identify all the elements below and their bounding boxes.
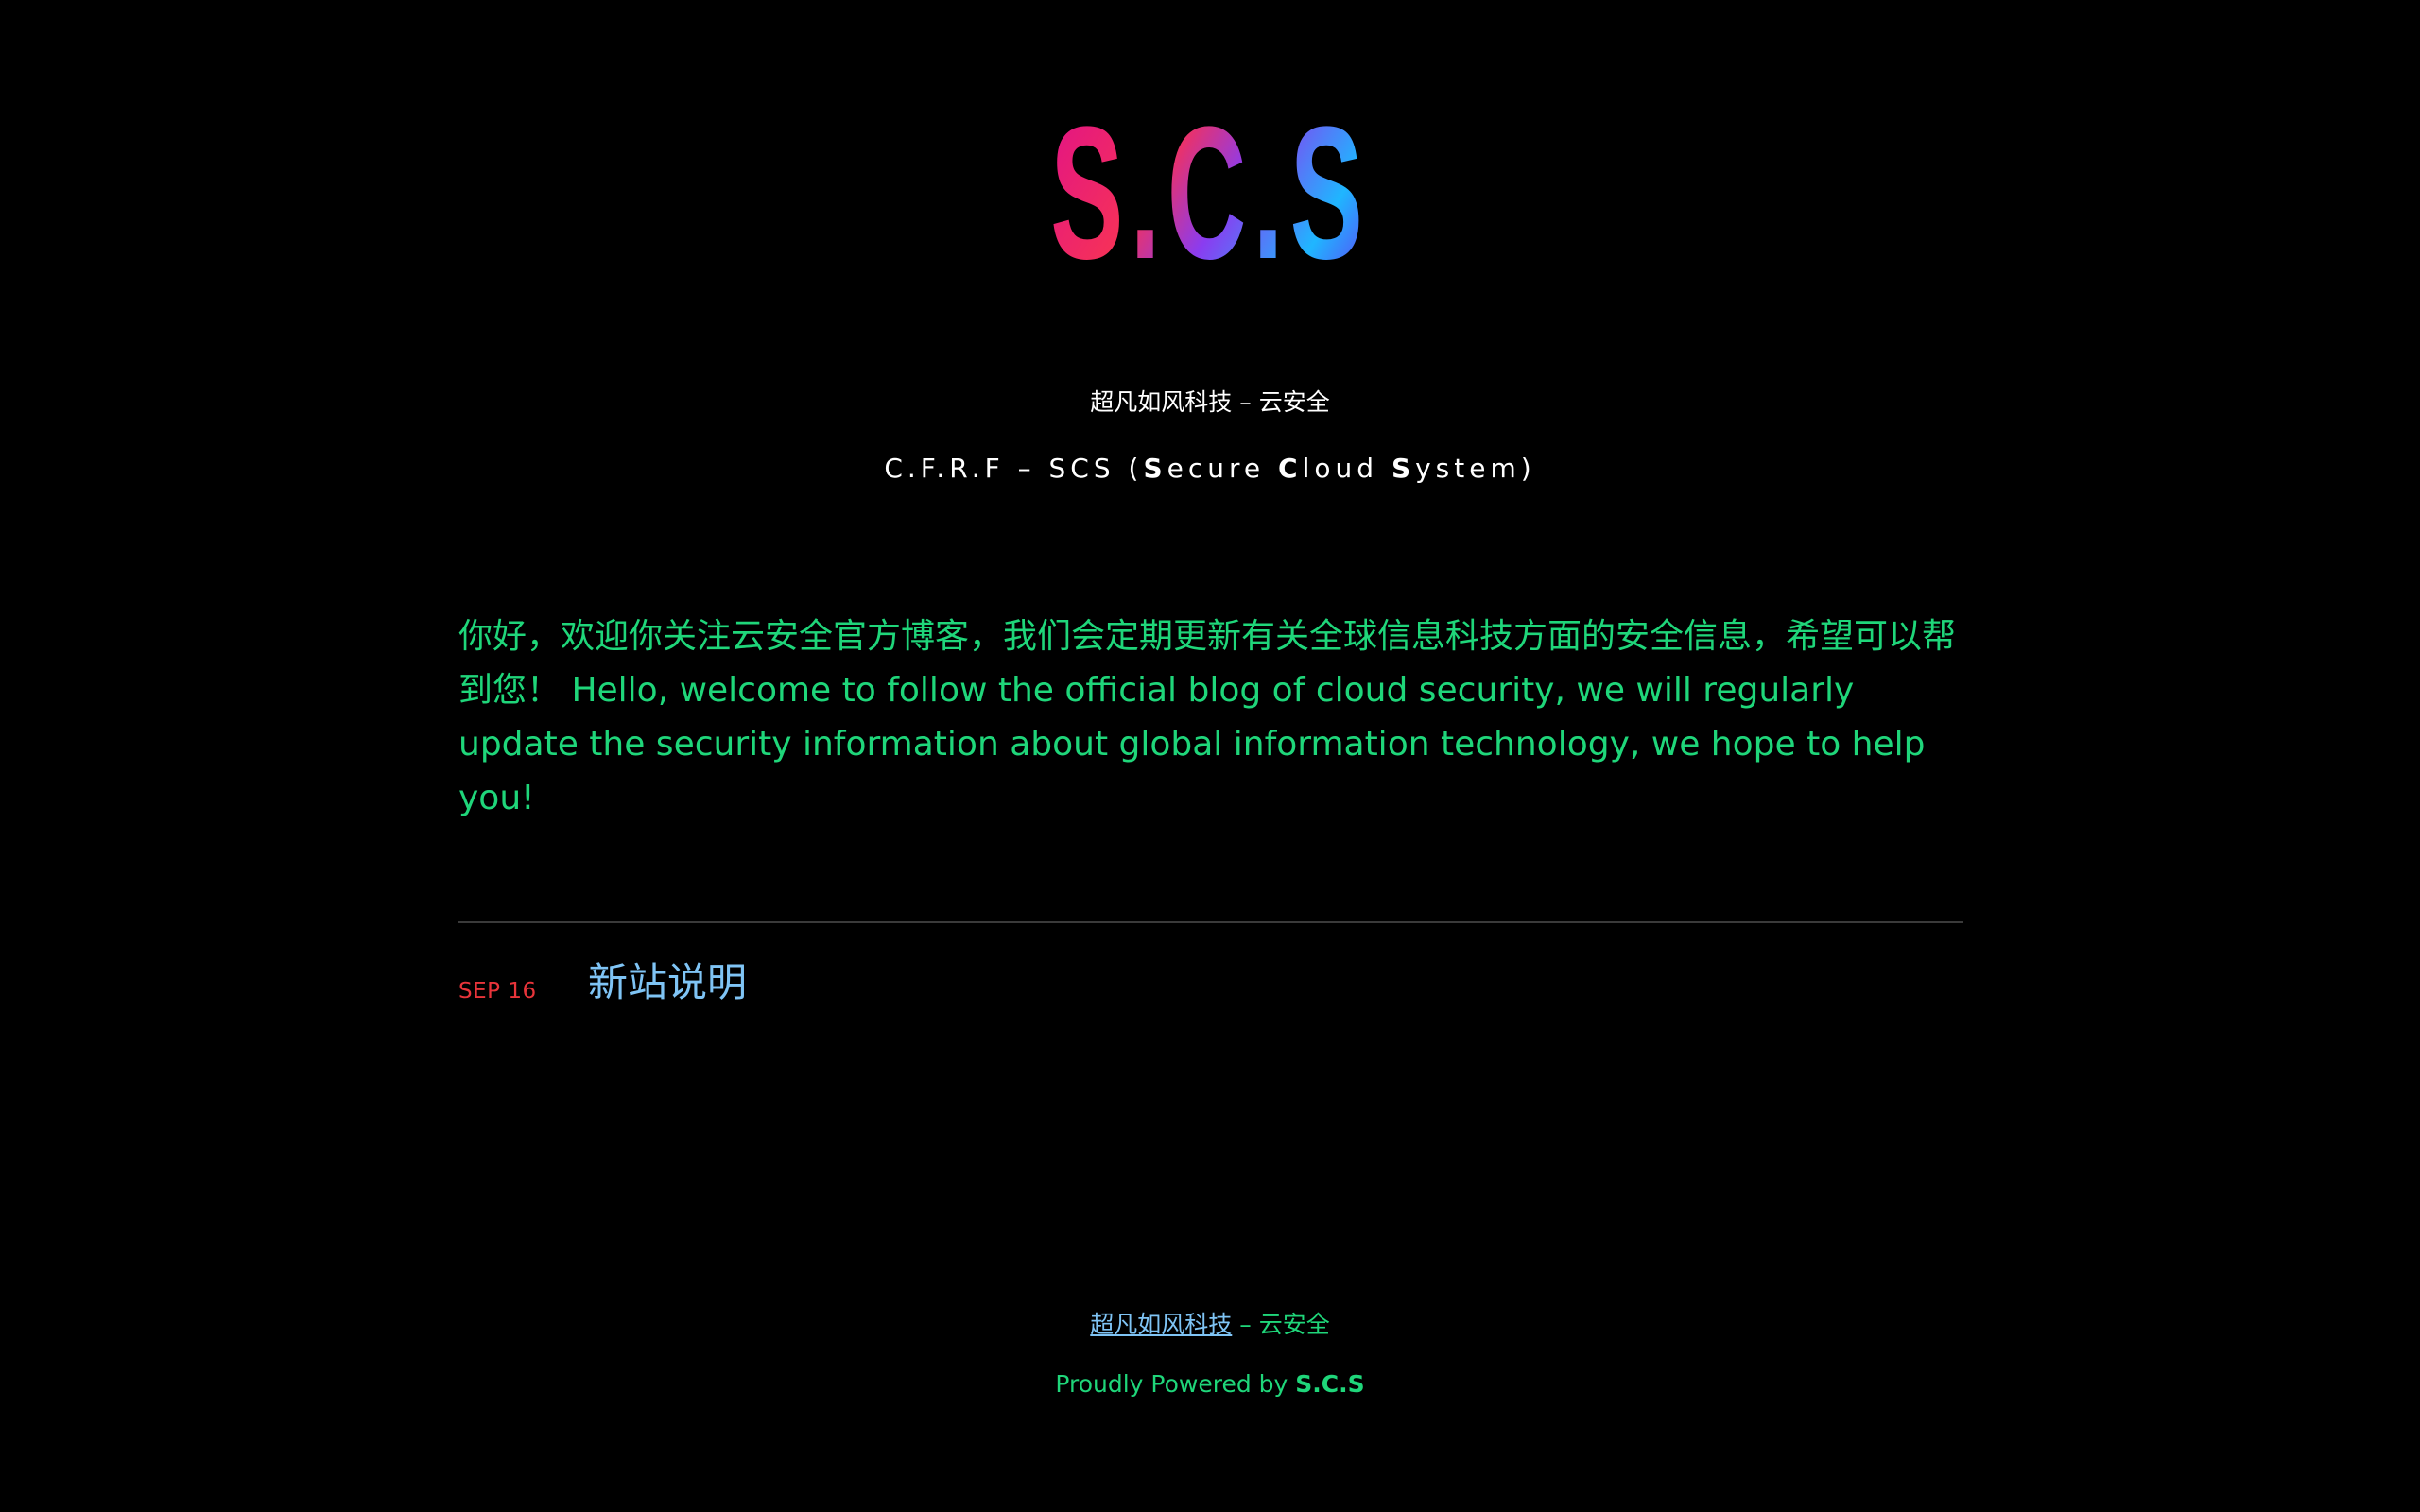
powered-brand: S.C.S <box>1295 1370 1365 1398</box>
footer-site-line: 超凡如风科技 – 云安全 <box>0 1306 2420 1344</box>
footer-site-link[interactable]: 超凡如风科技 <box>1090 1311 1232 1338</box>
footer-site-suffix: – 云安全 <box>1232 1311 1330 1338</box>
tagline-letter-c: C <box>1278 453 1303 484</box>
tagline-word-ecure: ecure <box>1167 453 1279 484</box>
tagline-letter-s2: S <box>1391 453 1416 484</box>
post-list-item: SEP 16 新站说明 <box>458 954 1963 1011</box>
footer-powered-by: Proudly Powered by S.C.S <box>0 1366 2420 1403</box>
page: S.C.S 超凡如风科技 – 云安全 C.F.R.F – SCS (Secure… <box>0 0 2420 1512</box>
post-date: SEP 16 <box>458 979 537 1004</box>
site-name: 超凡如风科技 – 云安全 <box>1090 388 1330 416</box>
tagline-prefix: C.F.R.F – SCS ( <box>884 453 1144 484</box>
tagline-letter-s: S <box>1143 453 1167 484</box>
logo-text[interactable]: S.C.S <box>1050 88 1370 299</box>
tagline-word-ystem: ystem) <box>1415 453 1536 484</box>
post-title-link[interactable]: 新站说明 <box>588 954 747 1011</box>
site-tagline: C.F.R.F – SCS (Secure Cloud System) <box>0 448 2420 490</box>
powered-prefix: Proudly Powered by <box>1055 1370 1296 1398</box>
site-logo[interactable]: S.C.S <box>509 90 1912 298</box>
tagline-word-loud: loud <box>1302 453 1392 484</box>
intro-text: 你好，欢迎你关注云安全官方博客，我们会定期更新有关全球信息科技方面的安全信息，希… <box>458 617 1957 817</box>
divider <box>458 921 1963 923</box>
